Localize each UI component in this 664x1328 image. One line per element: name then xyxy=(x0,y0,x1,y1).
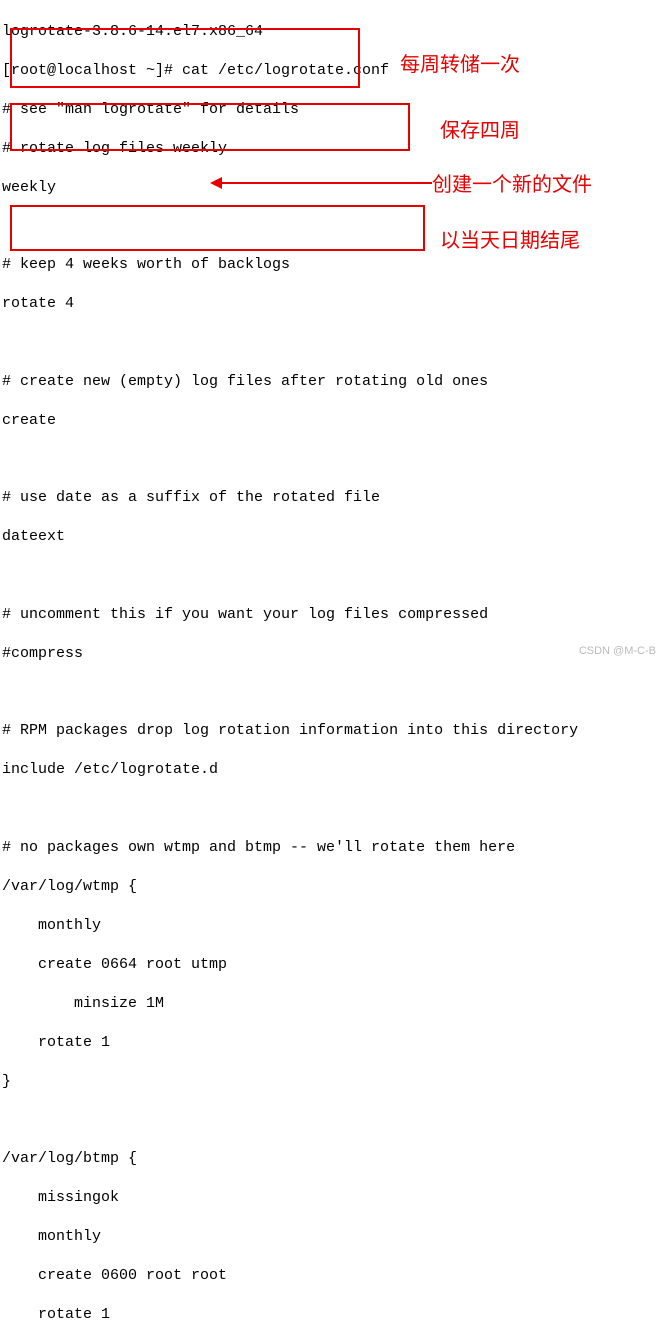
terminal-line: # no packages own wtmp and btmp -- we'll… xyxy=(2,838,662,858)
terminal-line: create 0664 root utmp xyxy=(2,955,662,975)
terminal-line: monthly xyxy=(2,916,662,936)
arrow-icon xyxy=(220,182,432,184)
terminal-line xyxy=(2,799,662,818)
terminal-line: rotate 4 xyxy=(2,294,662,314)
terminal-line: monthly xyxy=(2,1227,662,1247)
terminal-line: # RPM packages drop log rotation informa… xyxy=(2,721,662,741)
terminal-line: # uncomment this if you want your log fi… xyxy=(2,605,662,625)
terminal-line: # keep 4 weeks worth of backlogs xyxy=(2,255,662,275)
annotation-dateext: 以当天日期结尾 xyxy=(440,228,580,254)
terminal-line: create 0600 root root xyxy=(2,1266,662,1286)
terminal-line: # use date as a suffix of the rotated fi… xyxy=(2,488,662,508)
terminal-line xyxy=(2,1111,662,1130)
terminal-line: include /etc/logrotate.d xyxy=(2,760,662,780)
watermark: CSDN @M-C-B xyxy=(579,644,656,658)
terminal-line xyxy=(2,683,662,702)
terminal-line: missingok xyxy=(2,1188,662,1208)
annotation-create: 创建一个新的文件 xyxy=(432,172,592,198)
terminal-line: minsize 1M xyxy=(2,994,662,1014)
annotation-rotate: 保存四周 xyxy=(440,118,520,144)
terminal-line xyxy=(2,566,662,585)
terminal-line: create xyxy=(2,411,662,431)
terminal-line: # create new (empty) log files after rot… xyxy=(2,372,662,392)
terminal-line xyxy=(2,450,662,469)
terminal-line: rotate 1 xyxy=(2,1305,662,1325)
terminal-line: # see "man logrotate" for details xyxy=(2,100,662,120)
terminal-line: /var/log/wtmp { xyxy=(2,877,662,897)
terminal-line: logrotate-3.8.6-14.el7.x86_64 xyxy=(2,22,662,42)
terminal-line: rotate 1 xyxy=(2,1033,662,1053)
terminal-line: # rotate log files weekly xyxy=(2,139,662,159)
annotation-weekly: 每周转储一次 xyxy=(400,52,520,78)
terminal-line: #compress xyxy=(2,644,662,664)
terminal-line: dateext xyxy=(2,527,662,547)
terminal-line xyxy=(2,333,662,352)
terminal-output[interactable]: logrotate-3.8.6-14.el7.x86_64 [root@loca… xyxy=(0,0,664,1328)
terminal-line: /var/log/btmp { xyxy=(2,1149,662,1169)
terminal-line: } xyxy=(2,1072,662,1092)
terminal-line: [root@localhost ~]# cat /etc/logrotate.c… xyxy=(2,61,662,81)
